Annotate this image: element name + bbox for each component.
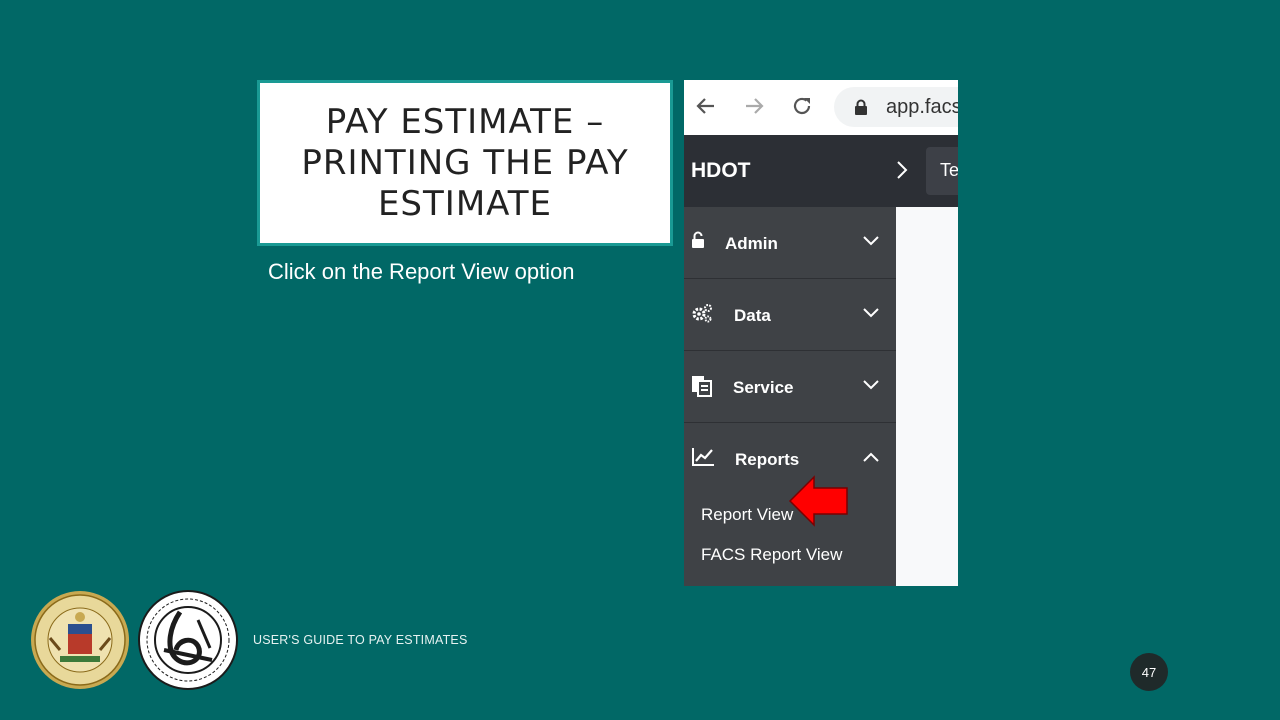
sidebar-item-label: Data <box>734 306 771 325</box>
sidebar-item-label: Admin <box>725 234 778 253</box>
sidebar-item-label: Reports <box>735 450 800 469</box>
sidebar-item-service[interactable]: Service <box>684 351 896 423</box>
lock-open-icon <box>692 231 704 248</box>
sidebar-item-data[interactable]: Data <box>684 279 896 351</box>
department-of-transportation-seal <box>138 590 238 690</box>
app-header: HDOT Te <box>684 135 958 207</box>
header-tab-label: Te <box>940 160 958 180</box>
chevron-down-icon <box>863 380 879 390</box>
lock-icon <box>855 99 867 115</box>
documents-icon <box>692 376 712 397</box>
footer-text: USER'S GUIDE TO PAY ESTIMATES <box>253 633 468 647</box>
reload-icon[interactable] <box>790 94 814 118</box>
brand-name: HDOT <box>691 159 751 182</box>
sidebar: Admin Data Service Reports Report View F… <box>684 207 896 586</box>
address-bar[interactable]: app.facs <box>834 87 958 127</box>
address-text: app.facs <box>886 96 958 118</box>
forward-icon[interactable] <box>742 94 766 118</box>
chevron-down-icon <box>863 308 879 318</box>
slide-title-line-2: PRINTING THE PAY <box>301 142 629 183</box>
chevron-down-icon <box>863 236 879 246</box>
state-of-hawaii-seal <box>31 591 129 689</box>
slide-title: PAY ESTIMATE – PRINTING THE PAY ESTIMATE <box>270 102 660 225</box>
slide-title-line-3: ESTIMATE <box>377 183 553 224</box>
chart-line-icon <box>692 448 714 466</box>
red-arrow-pointer <box>788 475 848 527</box>
sidebar-item-admin[interactable]: Admin <box>684 207 896 279</box>
main-content-area <box>896 207 958 586</box>
submenu-report-view[interactable]: Report View <box>701 505 793 525</box>
back-icon[interactable] <box>694 94 718 118</box>
chevron-up-icon <box>863 452 879 462</box>
sidebar-item-label: Service <box>733 378 794 397</box>
page-number: 47 <box>1130 653 1168 691</box>
slide-title-line-1: PAY ESTIMATE – <box>325 101 605 142</box>
chevron-right-icon[interactable] <box>894 160 910 180</box>
browser-toolbar: app.facs <box>684 80 958 135</box>
slide-title-box: PAY ESTIMATE – PRINTING THE PAY ESTIMATE <box>257 80 673 246</box>
header-tab[interactable]: Te <box>926 147 958 195</box>
submenu-facs-report-view[interactable]: FACS Report View <box>701 545 842 565</box>
gears-icon <box>692 304 712 323</box>
slide-subtitle: Click on the Report View option <box>268 259 575 284</box>
